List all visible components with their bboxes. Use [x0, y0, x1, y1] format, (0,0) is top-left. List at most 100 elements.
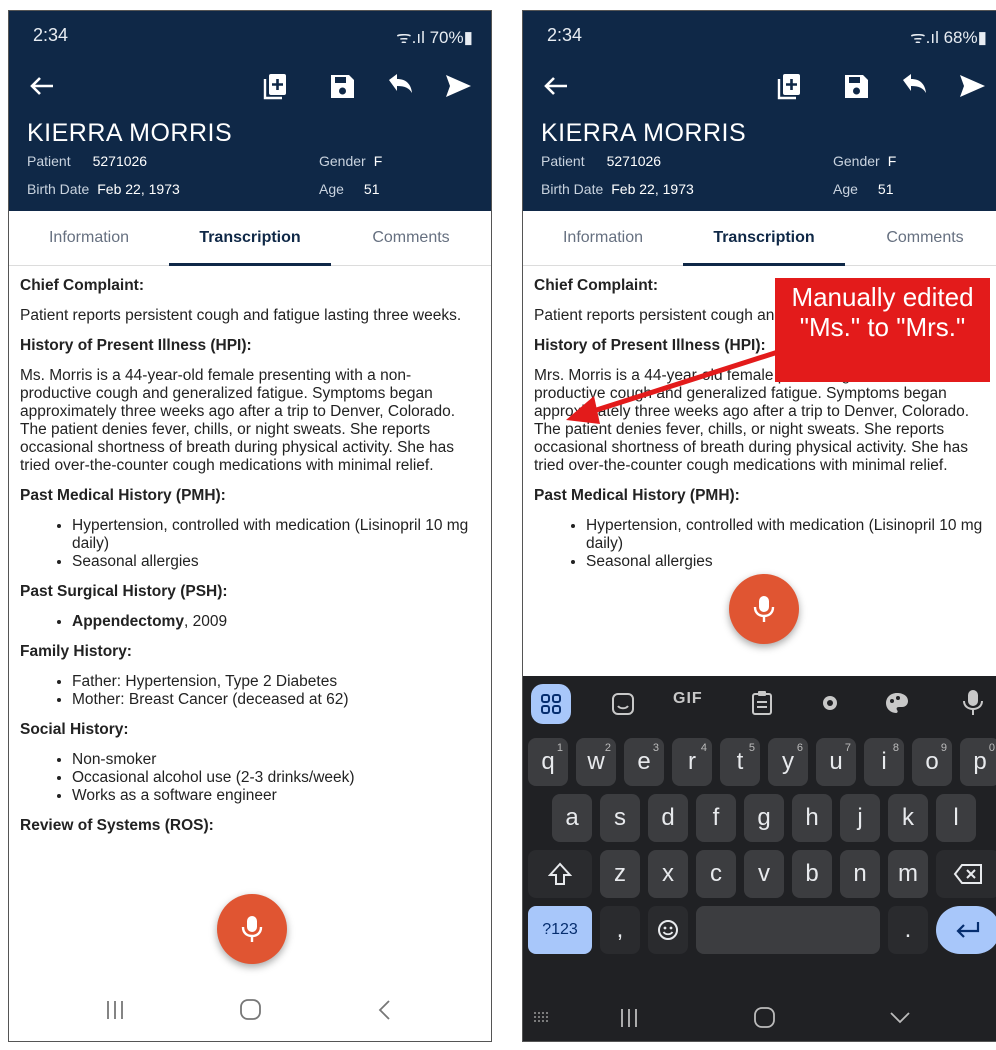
- system-nav-bar: [523, 995, 996, 1041]
- age-label: Age: [319, 181, 344, 197]
- key-w[interactable]: w2: [576, 738, 616, 786]
- emoji-key[interactable]: [648, 906, 688, 954]
- chief-complaint-text: Patient reports persistent cough and fat…: [20, 307, 462, 324]
- send-icon[interactable]: [443, 71, 473, 101]
- tab-information[interactable]: Information: [523, 211, 683, 265]
- key-b[interactable]: b: [792, 850, 832, 898]
- key-t[interactable]: t5: [720, 738, 760, 786]
- key-hint: 1: [556, 742, 563, 754]
- key-hint: 0: [988, 742, 995, 754]
- key-p[interactable]: p0: [960, 738, 996, 786]
- key-x[interactable]: x: [648, 850, 688, 898]
- patient-id-field: Patient 5271026: [541, 153, 661, 169]
- backspace-key[interactable]: [936, 850, 996, 898]
- age-value: 51: [363, 181, 380, 197]
- gender-field: Gender F: [833, 153, 896, 169]
- tab-comments[interactable]: Comments: [845, 211, 996, 265]
- age-label: Age: [833, 181, 858, 197]
- recent-apps-icon[interactable]: [105, 999, 125, 1021]
- key-i[interactable]: i8: [864, 738, 904, 786]
- pmh-list: Hypertension, controlled with medication…: [20, 517, 482, 571]
- key-e[interactable]: e3: [624, 738, 664, 786]
- key-u[interactable]: u7: [816, 738, 856, 786]
- spacebar-key[interactable]: [696, 906, 880, 954]
- shift-key[interactable]: [528, 850, 592, 898]
- key-label: u: [829, 748, 843, 775]
- back-nav-icon[interactable]: [377, 999, 393, 1021]
- key-label: r: [688, 748, 696, 775]
- key-label: p: [973, 748, 987, 775]
- home-icon[interactable]: [753, 1007, 777, 1029]
- key-m[interactable]: m: [888, 850, 928, 898]
- key-hint: 9: [940, 742, 947, 754]
- backspace-icon: [953, 864, 982, 884]
- emoji-icon: [658, 920, 678, 940]
- key-d[interactable]: d: [648, 794, 688, 842]
- back-arrow-icon[interactable]: [27, 71, 57, 101]
- key-j[interactable]: j: [840, 794, 880, 842]
- keyboard-switch-icon[interactable]: [533, 1011, 551, 1023]
- save-icon[interactable]: [841, 71, 871, 101]
- voice-input-button[interactable]: [729, 574, 799, 644]
- key-hint: 8: [892, 742, 899, 754]
- tab-transcription[interactable]: Transcription: [169, 211, 331, 265]
- key-z[interactable]: z: [600, 850, 640, 898]
- key-n[interactable]: n: [840, 850, 880, 898]
- add-note-icon[interactable]: [261, 71, 291, 101]
- pmh-list: Hypertension, controlled with medication…: [534, 517, 996, 571]
- sticker-icon[interactable]: [611, 692, 635, 716]
- save-icon[interactable]: [327, 71, 357, 101]
- system-nav-bar: [9, 981, 491, 1041]
- key-g[interactable]: g: [744, 794, 784, 842]
- hide-keyboard-icon[interactable]: [889, 1011, 911, 1025]
- settings-gear-icon[interactable]: [819, 692, 841, 714]
- key-hint: 4: [700, 742, 707, 754]
- key-q[interactable]: q1: [528, 738, 568, 786]
- key-r[interactable]: r4: [672, 738, 712, 786]
- apps-grid-icon[interactable]: [531, 684, 571, 724]
- key-s[interactable]: s: [600, 794, 640, 842]
- key-label: y: [782, 748, 794, 775]
- symbols-key[interactable]: ?123: [528, 906, 592, 954]
- list-item: Non-smoker: [72, 751, 482, 769]
- home-icon[interactable]: [239, 999, 263, 1021]
- transcription-text[interactable]: Chief Complaint: Patient reports persist…: [20, 273, 482, 835]
- social-history-heading: Social History:: [20, 721, 129, 738]
- key-h[interactable]: h: [792, 794, 832, 842]
- key-k[interactable]: k: [888, 794, 928, 842]
- birth-date-field: Birth Date Feb 22, 1973: [27, 181, 180, 197]
- key-v[interactable]: v: [744, 850, 784, 898]
- keyboard-mic-icon[interactable]: [963, 688, 983, 718]
- hpi-text: Ms. Morris is a 44-year-old female prese…: [20, 367, 456, 474]
- key-o[interactable]: o9: [912, 738, 952, 786]
- enter-key[interactable]: [936, 906, 996, 954]
- key-f[interactable]: f: [696, 794, 736, 842]
- gif-button[interactable]: GIF: [673, 690, 703, 708]
- key-label: i: [881, 748, 887, 775]
- add-note-icon[interactable]: [775, 71, 805, 101]
- comma-key[interactable]: ,: [600, 906, 640, 954]
- back-arrow-icon[interactable]: [541, 71, 571, 101]
- tab-transcription[interactable]: Transcription: [683, 211, 845, 265]
- list-item: Seasonal allergies: [72, 553, 482, 571]
- key-a[interactable]: a: [552, 794, 592, 842]
- surgery-year: , 2009: [183, 613, 228, 630]
- undo-icon[interactable]: [899, 71, 929, 101]
- clipboard-icon[interactable]: [751, 690, 773, 716]
- tab-comments[interactable]: Comments: [331, 211, 491, 265]
- undo-icon[interactable]: [385, 71, 415, 101]
- callout-arrow-icon: [566, 349, 779, 424]
- gender-value: F: [887, 153, 897, 169]
- key-l[interactable]: l: [936, 794, 976, 842]
- tab-information[interactable]: Information: [9, 211, 169, 265]
- key-c[interactable]: c: [696, 850, 736, 898]
- key-y[interactable]: y6: [768, 738, 808, 786]
- patient-id-label: Patient: [27, 153, 71, 169]
- period-key[interactable]: .: [888, 906, 928, 954]
- voice-input-button[interactable]: [217, 894, 287, 964]
- recent-apps-icon[interactable]: [619, 1007, 639, 1029]
- palette-icon[interactable]: [885, 692, 909, 714]
- birth-date-field: Birth Date Feb 22, 1973: [541, 181, 694, 197]
- hpi-heading: History of Present Illness (HPI):: [20, 337, 252, 354]
- send-icon[interactable]: [957, 71, 987, 101]
